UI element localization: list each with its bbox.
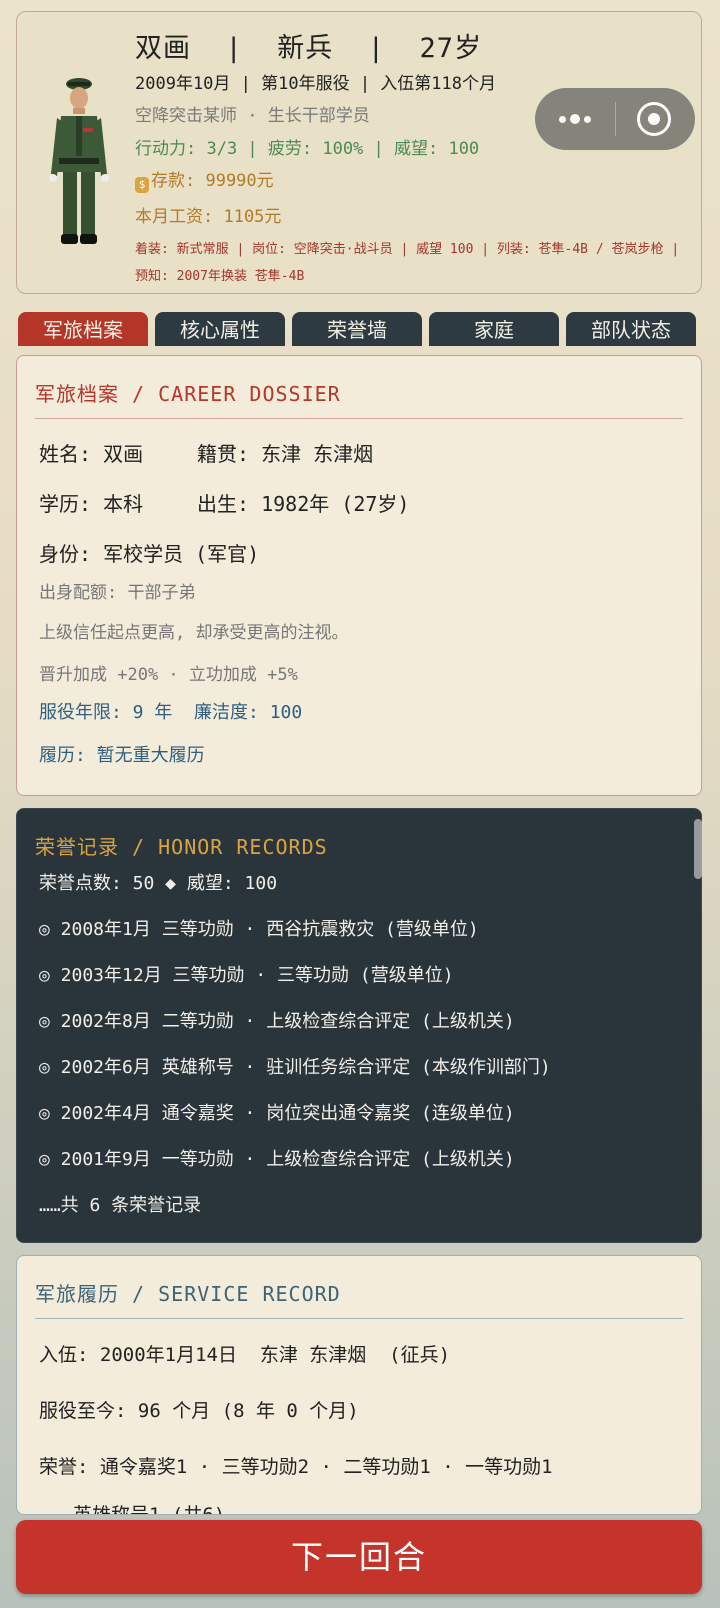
money-bag-icon: $ <box>135 177 149 193</box>
honor-record: ◎ 2002年6月 英雄称号 · 驻训任务综合评定 (本级作训部门) <box>39 1057 551 1078</box>
more-dots-icon[interactable] <box>557 110 607 128</box>
dossier-description: 上级信任起点更高, 却承受更高的注视。 <box>39 623 349 643</box>
honor-record: ◎ 2002年8月 二等功勋 · 上级检查综合评定 (上级机关) <box>39 1011 515 1032</box>
dossier-quota: 出身配额: 干部子弟 <box>39 583 196 603</box>
tab-career-dossier[interactable]: 军旅档案 <box>18 312 148 346</box>
profile-status-line: 行动力: 3/3 | 疲劳: 100% | 威望: 100 <box>135 139 480 159</box>
service-honors-continued: 英雄称号1 (共6) <box>73 1504 226 1515</box>
scrollbar[interactable] <box>694 819 702 879</box>
tab-honor-wall[interactable]: 荣誉墙 <box>292 312 422 346</box>
dossier-bonus: 晋升加成 +20% · 立功加成 +5% <box>39 665 298 685</box>
next-round-button[interactable]: 下一回合 <box>16 1520 702 1594</box>
tab-family[interactable]: 家庭 <box>429 312 559 346</box>
dossier-identity: 身份: 军校学员 (军官) <box>39 542 260 566</box>
dossier-history: 履历: 暂无重大履历 <box>39 745 205 766</box>
profile-money: $ 存款: 99990元 <box>135 166 274 193</box>
dossier-name: 姓名: 双画 <box>39 442 144 466</box>
profile-date-line: 2009年10月 | 第10年服役 | 入伍第118个月 <box>135 74 496 94</box>
profile-card: 双画 | 新兵 | 27岁 2009年10月 | 第10年服役 | 入伍第118… <box>16 11 702 294</box>
dossier-native-place: 籍贯: 东津 东津烟 <box>197 442 374 466</box>
honor-heading: 荣誉记录 / HONOR RECORDS <box>35 835 328 859</box>
honor-record: ◎ 2002年4月 通令嘉奖 · 岗位突出通令嘉奖 (连级单位) <box>39 1103 515 1124</box>
honor-total: ……共 6 条荣誉记录 <box>39 1195 202 1216</box>
service-enlist: 入伍: 2000年1月14日 东津 东津烟 (征兵) <box>39 1344 451 1366</box>
service-honors: 荣誉: 通令嘉奖1 · 三等功勋2 · 二等功勋1 · 一等功勋1 <box>39 1456 553 1478</box>
profile-role-line: 空降突击某师 · 生长干部学员 <box>135 106 370 126</box>
service-duration: 服役至今: 96 个月 (8 年 0 个月) <box>39 1400 359 1422</box>
dossier-heading: 军旅档案 / CAREER DOSSIER <box>35 382 341 406</box>
honor-record: ◎ 2008年1月 三等功勋 · 西谷抗震救灾 (营级单位) <box>39 919 479 940</box>
close-circle-icon[interactable] <box>637 102 671 136</box>
dossier-divider <box>35 418 683 419</box>
profile-info: 着装: 新式常服 | 岗位: 空降突击·战斗员 | 威望 100 | 列装: 苍… <box>135 242 680 284</box>
profile-title: 双画 | 新兵 | 27岁 <box>135 33 483 64</box>
tab-bar: 军旅档案 核心属性 荣誉墙 家庭 部队状态 <box>18 312 702 346</box>
service-record-card: 军旅履历 / SERVICE RECORD 入伍: 2000年1月14日 东津 … <box>16 1255 702 1515</box>
honor-points: 荣誉点数: 50 ◆ 威望: 100 <box>39 873 278 894</box>
service-heading: 军旅履历 / SERVICE RECORD <box>35 1282 341 1306</box>
career-dossier-card: 军旅档案 / CAREER DOSSIER 姓名: 双画 籍贯: 东津 东津烟 … <box>16 355 702 796</box>
tab-unit-status[interactable]: 部队状态 <box>566 312 696 346</box>
soldier-avatar <box>49 78 109 244</box>
dossier-service-years: 服役年限: 9 年 廉洁度: 100 <box>39 702 303 723</box>
honor-record: ◎ 2001年9月 一等功勋 · 上级检查综合评定 (上级机关) <box>39 1149 515 1170</box>
mini-program-capsule <box>535 88 695 150</box>
money-text: 存款: 99990元 <box>151 171 274 191</box>
honor-record: ◎ 2003年12月 三等功勋 · 三等功勋 (营级单位) <box>39 965 454 986</box>
honor-records-card: 荣誉记录 / HONOR RECORDS 荣誉点数: 50 ◆ 威望: 100 … <box>16 808 702 1243</box>
dossier-education: 学历: 本科 <box>39 492 144 516</box>
tab-core-attributes[interactable]: 核心属性 <box>155 312 285 346</box>
dossier-birth: 出生: 1982年 (27岁) <box>197 492 410 516</box>
capsule-divider <box>615 102 616 136</box>
service-divider <box>35 1318 683 1319</box>
profile-salary: 本月工资: 1105元 <box>135 207 282 227</box>
